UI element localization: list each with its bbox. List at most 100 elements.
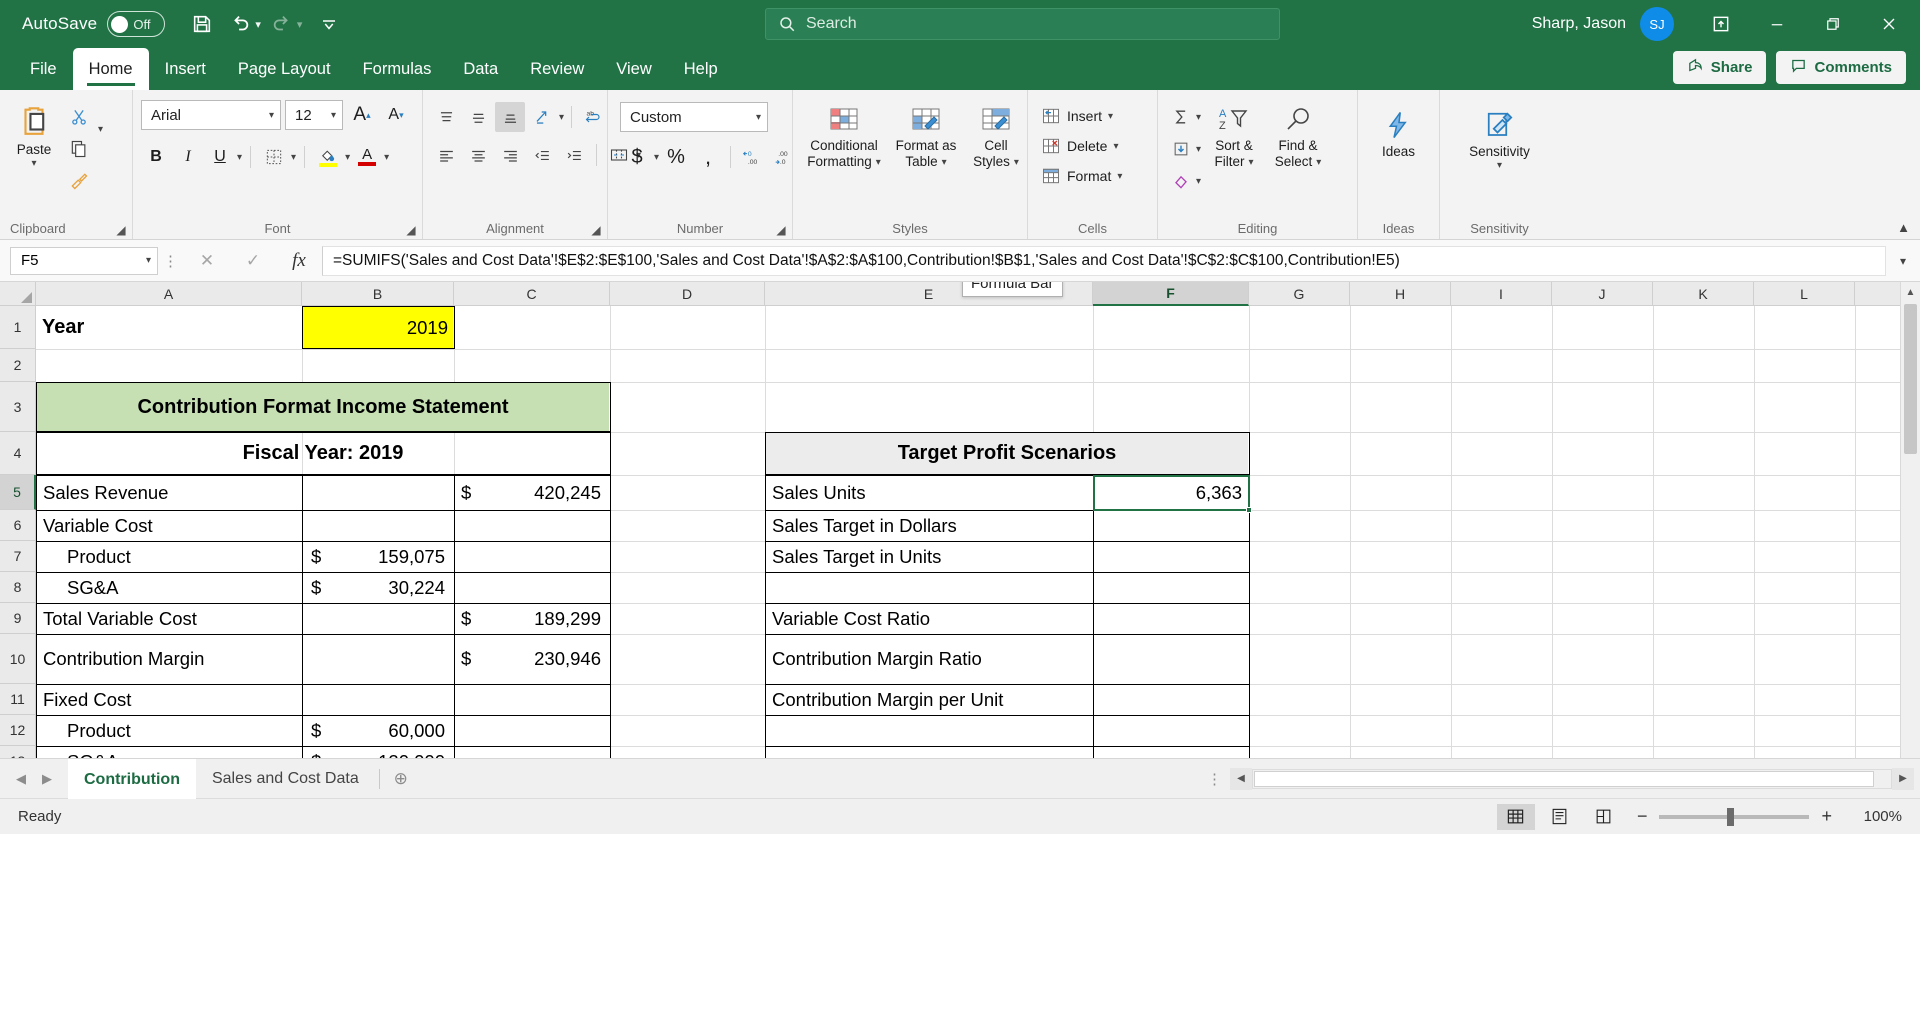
tab-page-layout[interactable]: Page Layout xyxy=(222,48,347,90)
column-header-K[interactable]: K xyxy=(1653,282,1754,306)
borders-icon[interactable] xyxy=(259,142,289,172)
cell-A7[interactable]: Product xyxy=(62,542,300,571)
align-middle-icon[interactable] xyxy=(463,102,493,132)
cell-A6[interactable]: Variable Cost xyxy=(38,511,300,540)
zoom-slider[interactable] xyxy=(1659,807,1810,826)
underline-caret-icon[interactable]: ▾ xyxy=(237,152,242,163)
column-header-I[interactable]: I xyxy=(1451,282,1552,306)
row-header-10[interactable]: 10 xyxy=(0,634,36,684)
undo-icon[interactable] xyxy=(223,7,257,41)
cell-B8[interactable]: 30,224 xyxy=(306,573,450,602)
tab-file[interactable]: File xyxy=(14,48,73,90)
scroll-right-icon[interactable]: ▶ xyxy=(1892,767,1914,790)
cell-B12[interactable]: 60,000 xyxy=(306,716,450,745)
search-input[interactable]: Search xyxy=(765,8,1280,40)
autosum-caret-icon[interactable]: ▾ xyxy=(1196,112,1201,123)
zoom-out-minus-icon[interactable]: − xyxy=(1637,806,1648,827)
tab-insert[interactable]: Insert xyxy=(149,48,222,90)
cell-B13[interactable]: 120,000 xyxy=(306,747,450,759)
font-color-icon[interactable]: A xyxy=(352,142,382,172)
row-header-12[interactable]: 12 xyxy=(0,715,36,746)
fill-caret-icon[interactable]: ▾ xyxy=(1196,144,1201,155)
cell-C5[interactable]: 420,245 xyxy=(456,476,606,509)
font-family-select[interactable]: Arial ▾ xyxy=(141,100,281,130)
comments-button[interactable]: Comments xyxy=(1776,51,1906,84)
cut-button[interactable] xyxy=(64,102,94,132)
cancel-x-icon[interactable]: ✕ xyxy=(184,246,230,276)
zoom-slider-thumb[interactable] xyxy=(1727,807,1735,826)
cell-A12[interactable]: Product xyxy=(62,716,300,745)
cell-A5[interactable]: Sales Revenue xyxy=(38,476,300,509)
find-select-caret-icon[interactable]: ▾ xyxy=(1316,157,1321,169)
bold-button[interactable]: B xyxy=(141,142,171,172)
ideas-button[interactable]: Ideas xyxy=(1373,106,1425,160)
column-header-G[interactable]: G xyxy=(1249,282,1350,306)
cell-styles-button[interactable]: Cell Styles ▾ xyxy=(965,102,1027,171)
user-name-label[interactable]: Sharp, Jason xyxy=(1532,15,1626,33)
font-size-select[interactable]: 12 ▾ xyxy=(285,100,343,130)
cell-styles-caret-icon[interactable]: ▾ xyxy=(1014,157,1019,169)
formula-input[interactable]: =SUMIFS('Sales and Cost Data'!$E$2:$E$10… xyxy=(322,245,1886,276)
accounting-format-caret-icon[interactable]: ▾ xyxy=(654,152,659,163)
redo-dropdown-caret-icon[interactable]: ▾ xyxy=(297,18,303,31)
align-right-icon[interactable] xyxy=(495,140,525,170)
clear-eraser-icon[interactable] xyxy=(1166,166,1196,196)
tab-formulas[interactable]: Formulas xyxy=(347,48,448,90)
delete-cells-caret-icon[interactable]: ▾ xyxy=(1113,141,1118,152)
accounting-number-format-icon[interactable]: $ xyxy=(622,142,652,172)
row-header-6[interactable]: 6 xyxy=(0,510,36,541)
align-center-icon[interactable] xyxy=(463,140,493,170)
number-format-select[interactable]: Custom ▾ xyxy=(620,102,768,132)
borders-caret-icon[interactable]: ▾ xyxy=(291,152,296,163)
clipboard-copy-caret-icon[interactable]: ▾ xyxy=(98,124,103,135)
italic-button[interactable]: I xyxy=(173,142,203,172)
clipboard-dialog-launcher-icon[interactable]: ◢ xyxy=(114,223,128,237)
formula-bar-grip[interactable]: ⋮ xyxy=(158,252,184,270)
paste-button[interactable]: Paste ▾ xyxy=(8,96,60,171)
row-header-7[interactable]: 7 xyxy=(0,541,36,572)
cell-A10[interactable]: Contribution Margin xyxy=(38,635,300,683)
column-header-H[interactable]: H xyxy=(1350,282,1451,306)
page-layout-view-icon[interactable] xyxy=(1541,804,1579,830)
autosum-sigma-icon[interactable] xyxy=(1166,102,1196,132)
normal-view-icon[interactable] xyxy=(1496,803,1535,830)
column-header-D[interactable]: D xyxy=(610,282,765,306)
copy-button[interactable] xyxy=(64,134,94,164)
cell-E10[interactable]: Contribution Margin Ratio xyxy=(767,635,1091,683)
conditional-formatting-caret-icon[interactable]: ▾ xyxy=(876,157,881,169)
ribbon-display-options-icon[interactable] xyxy=(1694,0,1748,48)
restore-icon[interactable] xyxy=(1806,0,1860,48)
format-cells-caret-icon[interactable]: ▾ xyxy=(1117,171,1122,182)
redo-icon[interactable] xyxy=(265,7,299,41)
conditional-formatting-button[interactable]: Conditional Formatting ▾ xyxy=(801,102,887,171)
row-header-11[interactable]: 11 xyxy=(0,684,36,715)
row-header-1[interactable]: 1 xyxy=(0,306,36,349)
autosave-switch[interactable]: Off xyxy=(107,11,166,37)
sheet-tab-split-grip[interactable]: ⋮ xyxy=(1200,770,1230,788)
autosave-toggle[interactable]: AutoSave Off xyxy=(22,11,166,37)
row-header-9[interactable]: 9 xyxy=(0,603,36,634)
find-and-select-button[interactable]: Find & Select ▾ xyxy=(1267,102,1329,171)
scroll-up-icon[interactable]: ▲ xyxy=(1901,282,1920,302)
sheet-tab-contribution[interactable]: Contribution xyxy=(68,758,196,799)
cell-E11[interactable]: Contribution Margin per Unit xyxy=(767,685,1091,714)
insert-cells-caret-icon[interactable]: ▾ xyxy=(1108,111,1113,122)
orientation-icon[interactable] xyxy=(527,102,557,132)
cell-C10[interactable]: 230,946 xyxy=(456,635,606,683)
wrap-text-icon[interactable]: ab xyxy=(579,102,609,132)
share-button[interactable]: Share xyxy=(1672,51,1767,84)
sort-filter-caret-icon[interactable]: ▾ xyxy=(1249,157,1254,169)
decrease-indent-icon[interactable] xyxy=(527,140,557,170)
undo-dropdown-caret-icon[interactable]: ▾ xyxy=(255,18,261,31)
horizontal-scrollbar[interactable] xyxy=(1252,768,1892,789)
next-sheet-icon[interactable]: ▶ xyxy=(42,771,52,787)
grow-font-icon[interactable]: A ▴ xyxy=(347,100,377,130)
cell-C9[interactable]: 189,299 xyxy=(456,604,606,633)
font-dialog-launcher-icon[interactable]: ◢ xyxy=(404,223,418,237)
underline-button[interactable]: U xyxy=(205,142,235,172)
customize-quick-access-toolbar-icon[interactable] xyxy=(312,7,346,41)
close-icon[interactable] xyxy=(1862,0,1916,48)
fill-color-caret-icon[interactable]: ▾ xyxy=(345,152,350,163)
vertical-scrollbar[interactable]: ▲ xyxy=(1900,282,1920,758)
column-header-L[interactable]: L xyxy=(1754,282,1855,306)
